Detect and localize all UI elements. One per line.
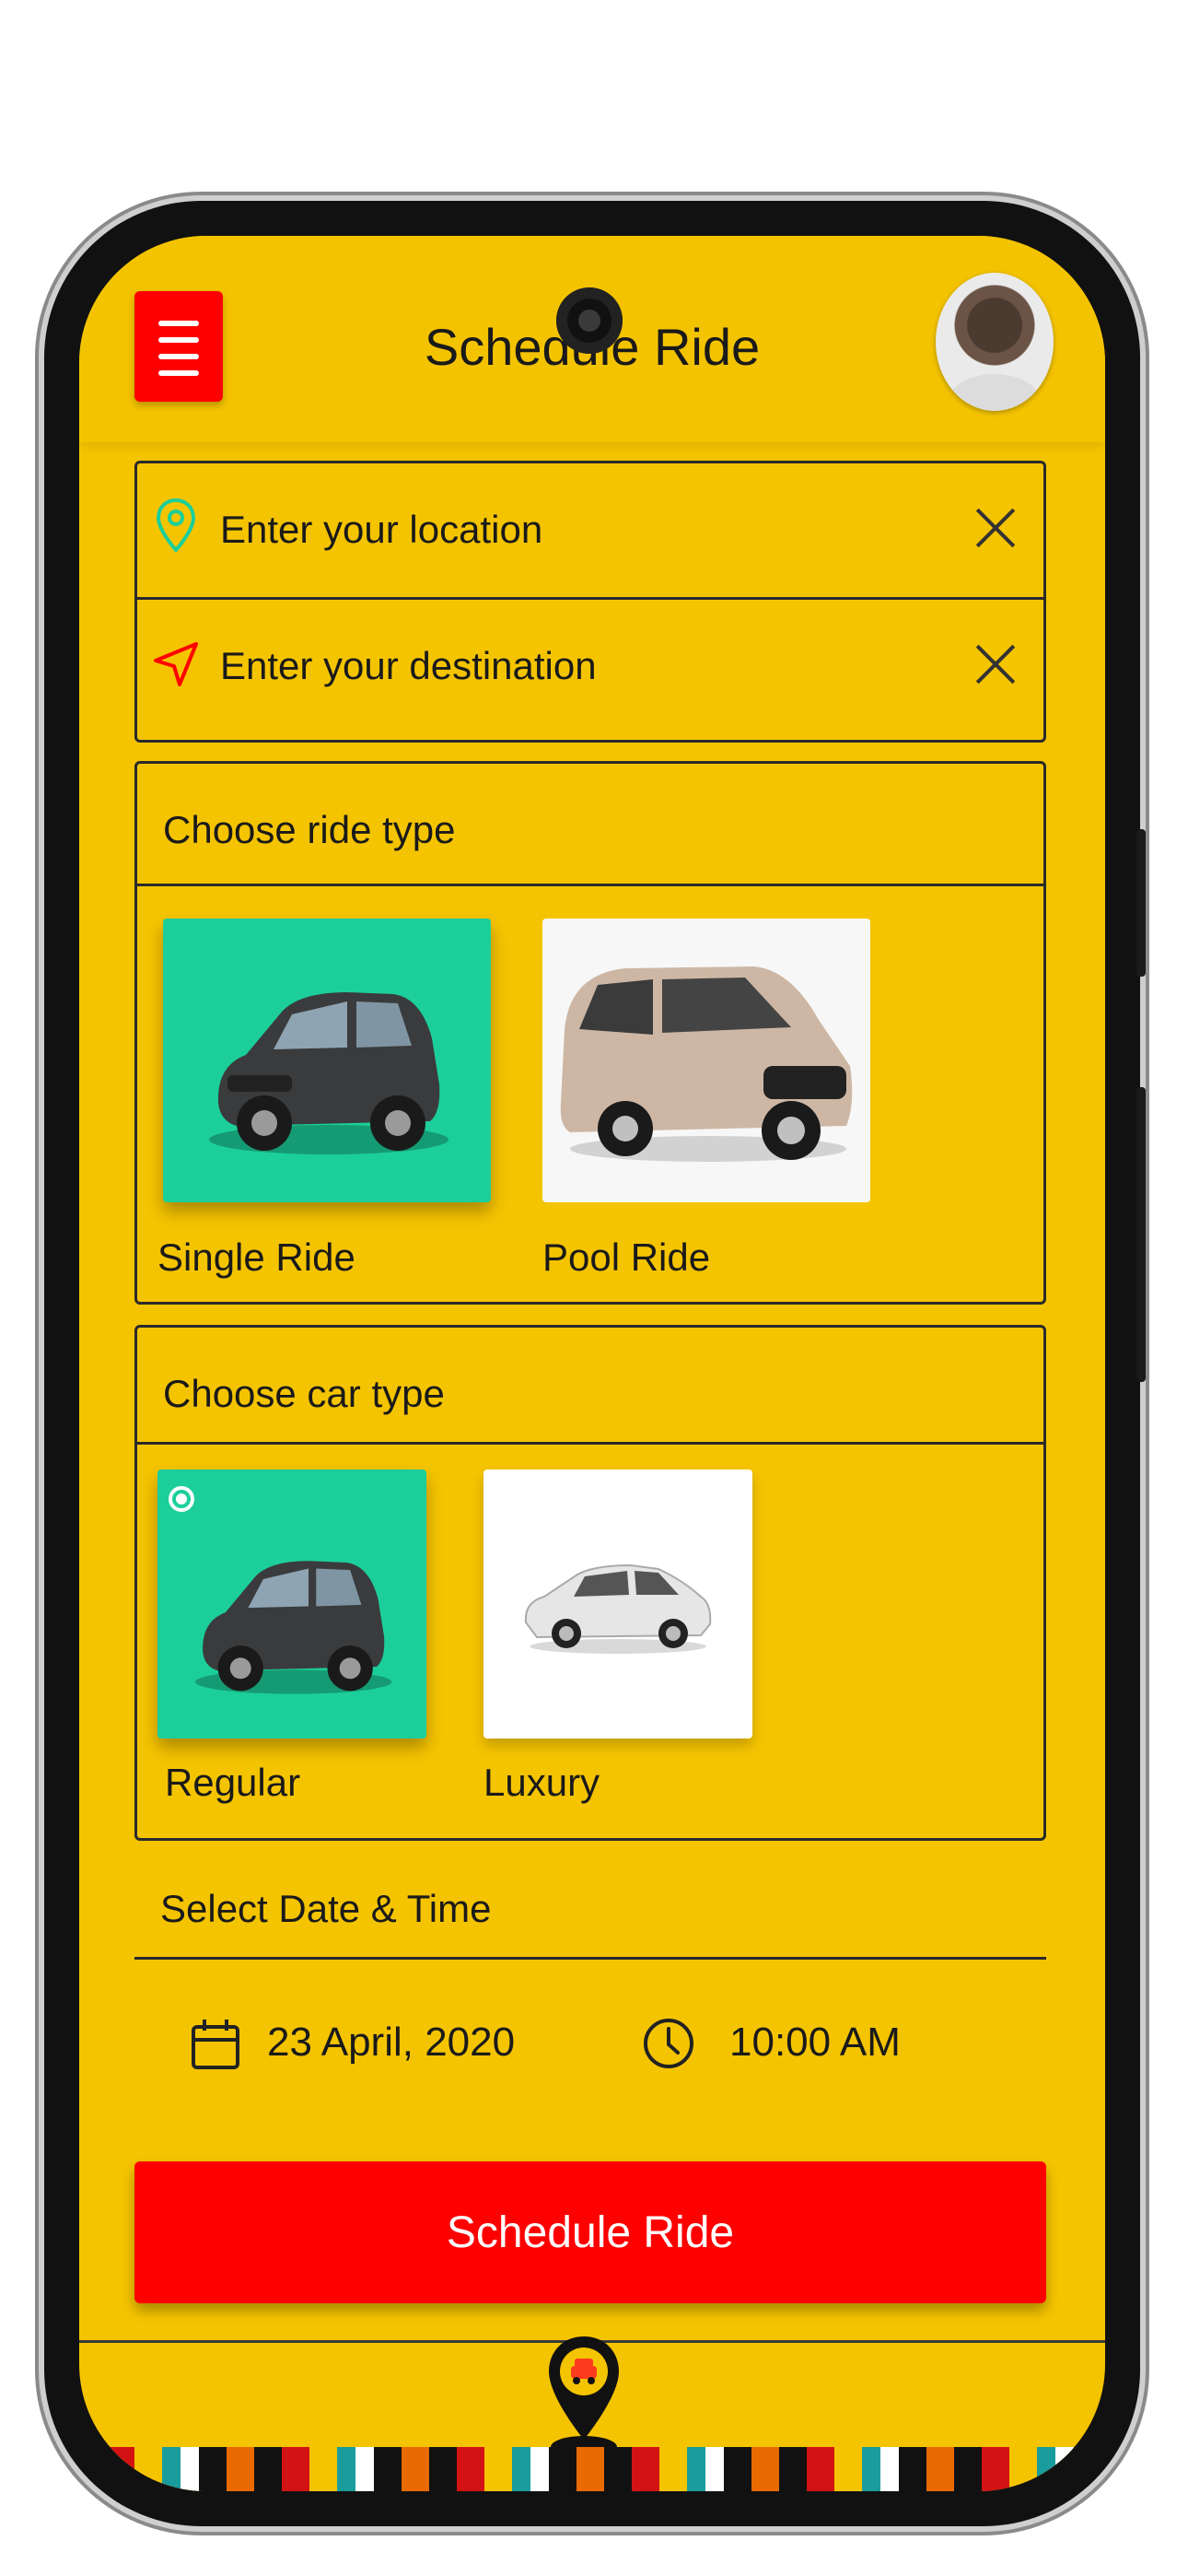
date-value: 23 April, 2020: [267, 2020, 516, 2065]
regular-car-card[interactable]: [157, 1469, 426, 1739]
location-placeholder: Enter your location: [220, 508, 543, 551]
datetime-divider: [134, 1957, 1046, 1960]
car-type-title: Choose car type: [163, 1372, 445, 1415]
pool-ride-card[interactable]: [542, 919, 870, 1202]
front-camera: [556, 287, 623, 354]
section-divider: [137, 884, 1043, 886]
sedan-car-image: [524, 1563, 712, 1654]
luxury-car-card[interactable]: [483, 1469, 752, 1739]
decorative-pattern: [79, 2447, 1105, 2491]
avatar[interactable]: [936, 273, 1054, 411]
luxury-label: Luxury: [483, 1761, 600, 1804]
single-ride-card[interactable]: [163, 919, 491, 1202]
ride-type-section: Choose ride type Single Ride Pool Ride: [134, 761, 1046, 1305]
location-pin-icon: [156, 498, 196, 553]
navigation-arrow-icon: [154, 642, 198, 686]
car-type-section: Choose car type Regular Luxury: [134, 1325, 1046, 1841]
avatar-shoulders: [949, 374, 1041, 411]
calendar-icon: [192, 2020, 239, 2069]
minivan-car-image: [560, 966, 853, 1162]
section-divider: [137, 1442, 1043, 1445]
close-icon[interactable]: [970, 638, 1021, 690]
destination-field[interactable]: Enter your destination: [137, 600, 1043, 733]
power-button: [1136, 1087, 1146, 1382]
pool-ride-label: Pool Ride: [542, 1235, 711, 1279]
time-value: 10:00 AM: [729, 2020, 901, 2065]
hatchback-car-image: [209, 992, 448, 1154]
volume-button: [1136, 829, 1146, 977]
regular-label: Regular: [165, 1761, 301, 1804]
clock-icon: [644, 2019, 693, 2068]
schedule-ride-button[interactable]: Schedule Ride: [134, 2161, 1046, 2303]
destination-placeholder: Enter your destination: [220, 644, 597, 687]
location-field[interactable]: Enter your location: [137, 463, 1043, 597]
route-inputs: Enter your location Enter your destinati…: [134, 461, 1046, 743]
datetime-title: Select Date & Time: [160, 1887, 492, 1930]
hatchback-car-image: [195, 1561, 392, 1694]
ride-type-title: Choose ride type: [163, 808, 456, 851]
app-screen: Schedule Ride Enter your location Enter …: [79, 236, 1105, 2491]
close-icon[interactable]: [970, 502, 1021, 554]
car-pin-icon[interactable]: [540, 2331, 628, 2460]
single-ride-label: Single Ride: [157, 1235, 355, 1279]
